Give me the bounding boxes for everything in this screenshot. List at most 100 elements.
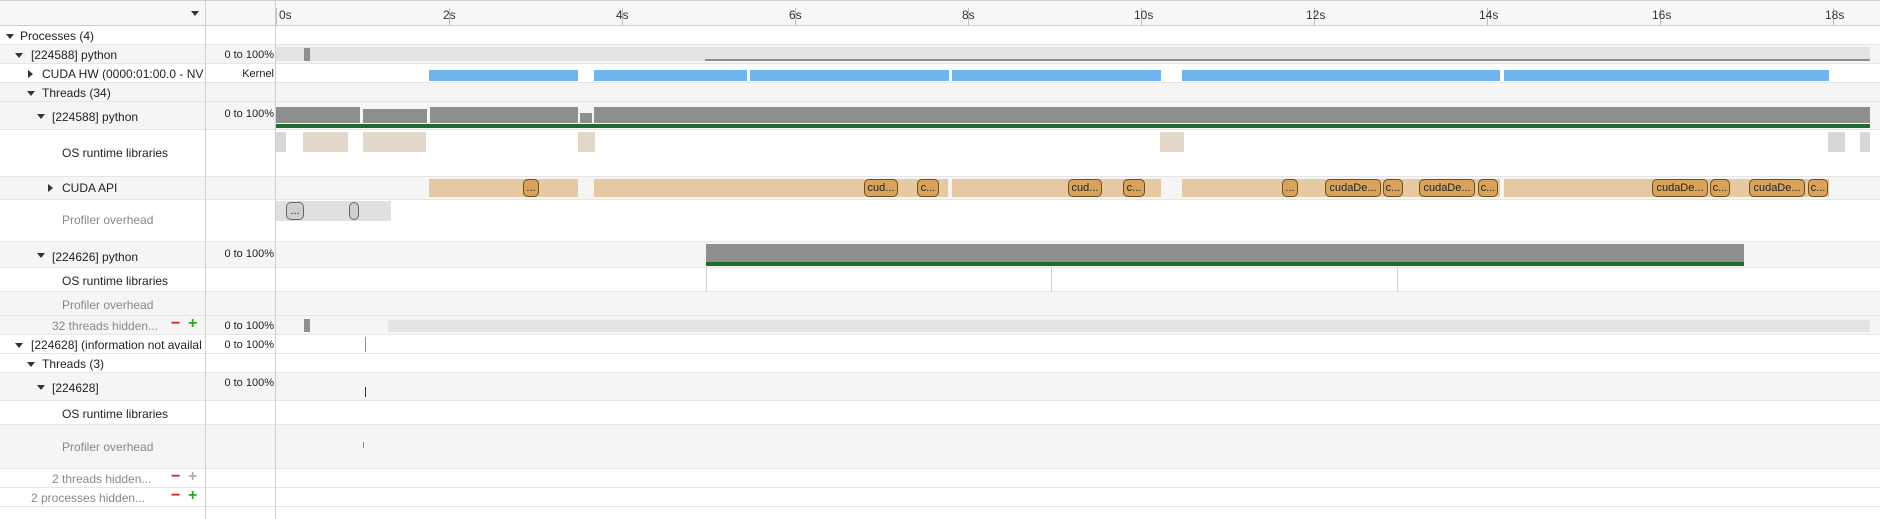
cpu-usage-bar[interactable] <box>363 109 427 123</box>
chevron-down-icon[interactable] <box>191 11 199 16</box>
time-ruler[interactable]: 0s 2s 4s 6s 8s 10s 12s 14s 16s 18s <box>276 0 1880 26</box>
utilization-spike[interactable] <box>304 319 310 332</box>
row-cuda-hw[interactable]: CUDA HW (0000:01:00.0 - NVID Kernel <box>0 64 1880 83</box>
cpu-usage-bar[interactable] <box>706 244 1744 263</box>
cuda-api-call[interactable]: cudaDe... <box>1325 179 1381 197</box>
row-profiler-overhead-1[interactable]: Profiler overhead ... <box>0 200 1880 242</box>
row-thread-224628[interactable]: [224628] 0 to 100% <box>0 373 1880 401</box>
row-processes[interactable]: Processes (4) <box>0 26 1880 45</box>
collapse-button[interactable]: − <box>171 316 180 332</box>
chevron-right-icon[interactable] <box>48 184 53 192</box>
utilization-spike[interactable] <box>304 48 310 61</box>
cuda-api-label: CUDA API <box>62 181 118 195</box>
row-process-224628[interactable]: [224628] (information not availal 0 to 1… <box>0 335 1880 354</box>
os-runtime-label: OS runtime libraries <box>62 407 169 421</box>
tick-label: 6s <box>789 8 802 22</box>
row-threads-34[interactable]: Threads (34) <box>0 83 1880 102</box>
cuda-api-call[interactable]: c... <box>1383 179 1403 197</box>
os-call-bar[interactable] <box>276 132 286 152</box>
cuda-api-call[interactable]: ... <box>523 179 539 197</box>
os-call-bar[interactable] <box>578 132 595 152</box>
cuda-api-call[interactable]: cudaDe... <box>1652 179 1708 197</box>
row-os-runtime-1[interactable]: OS runtime libraries <box>0 130 1880 177</box>
process-label: [224588] python <box>31 48 118 62</box>
expand-button[interactable]: + <box>188 488 197 504</box>
row-profiler-overhead-3[interactable]: Profiler overhead <box>0 425 1880 469</box>
profiler-overhead-label: Profiler overhead <box>62 298 154 312</box>
expand-button: + <box>188 468 198 485</box>
os-runtime-label: OS runtime libraries <box>62 274 169 288</box>
overhead-call[interactable]: ... <box>286 202 304 220</box>
cuda-api-call[interactable]: c... <box>1808 179 1828 197</box>
cuda-api-call[interactable]: cudaDe... <box>1749 179 1805 197</box>
profiler-overhead-label: Profiler overhead <box>62 440 154 454</box>
os-call-bar[interactable] <box>303 132 348 152</box>
chevron-down-icon[interactable] <box>37 385 45 390</box>
tick-label: 18s <box>1825 8 1845 22</box>
os-runtime-label: OS runtime libraries <box>62 146 169 160</box>
row-profiler-overhead-2[interactable]: Profiler overhead <box>0 292 1880 316</box>
kernel-bar[interactable] <box>594 70 747 81</box>
cuda-api-call[interactable]: cudaDe... <box>1419 179 1475 197</box>
tick-label: 4s <box>616 8 629 22</box>
range-label: 0 to 100% <box>224 320 274 332</box>
row-threads-3[interactable]: Threads (3) <box>0 354 1880 373</box>
row-thread-224626[interactable]: [224626] python 0 to 100% <box>0 242 1880 268</box>
row-hidden-threads-32[interactable]: 32 threads hidden... − + 0 to 100% <box>0 316 1880 335</box>
kernel-bar[interactable] <box>429 70 578 81</box>
os-call-bar[interactable] <box>363 132 426 152</box>
api-stripe-bar[interactable] <box>429 179 578 197</box>
kernel-bar[interactable] <box>1504 70 1829 81</box>
row-hidden-processes-2[interactable]: 2 processes hidden... − + <box>0 488 1880 507</box>
tick-label: 2s <box>443 8 456 22</box>
chevron-down-icon[interactable] <box>27 362 35 367</box>
cuda-api-call[interactable]: c... <box>1123 179 1145 197</box>
cuda-api-call[interactable]: cud... <box>864 179 898 197</box>
row-cuda-api[interactable]: CUDA API ... cud... c... cud... c... ...… <box>0 177 1880 200</box>
hidden-threads-label: 2 threads hidden... <box>52 472 152 486</box>
cuda-api-call[interactable]: cud... <box>1068 179 1102 197</box>
utilization-line <box>705 59 1870 61</box>
collapse-button[interactable]: − <box>171 469 180 485</box>
row-thread-224588[interactable]: [224588] python 0 to 100% <box>0 102 1880 130</box>
chevron-down-icon[interactable] <box>37 114 45 119</box>
expand-button[interactable]: + <box>188 316 197 332</box>
kernel-bar[interactable] <box>952 70 1161 81</box>
chevron-down-icon[interactable] <box>6 34 14 39</box>
tick-label: 8s <box>962 8 975 22</box>
label-column-divider[interactable] <box>205 0 206 519</box>
range-column-divider[interactable] <box>275 0 276 519</box>
cuda-api-call[interactable]: c... <box>1710 179 1730 197</box>
row-hidden-threads-2[interactable]: 2 threads hidden... − + <box>0 469 1880 488</box>
process-label: [224628] (information not availal <box>31 338 202 352</box>
kernel-bar[interactable] <box>750 70 949 81</box>
cpu-usage-bar[interactable] <box>580 113 592 123</box>
utilization-bar[interactable] <box>388 320 1870 332</box>
chevron-down-icon[interactable] <box>15 53 23 58</box>
row-os-runtime-2[interactable]: OS runtime libraries <box>0 268 1880 292</box>
chevron-down-icon[interactable] <box>15 343 23 348</box>
cuda-api-call[interactable]: c... <box>1478 179 1498 197</box>
chevron-down-icon[interactable] <box>27 91 35 96</box>
tick-label: 16s <box>1652 8 1672 22</box>
tick-label: 14s <box>1479 8 1499 22</box>
kernel-bar[interactable] <box>1182 70 1500 81</box>
tick-label: 0s <box>279 8 292 22</box>
chevron-right-icon[interactable] <box>28 70 33 78</box>
hidden-threads-label: 32 threads hidden... <box>52 319 159 333</box>
cuda-api-call[interactable]: c... <box>917 179 939 197</box>
cpu-usage-bar[interactable] <box>276 107 360 123</box>
row-os-runtime-3[interactable]: OS runtime libraries <box>0 401 1880 425</box>
cpu-usage-bar[interactable] <box>594 107 1870 123</box>
os-call-bar[interactable] <box>1828 132 1845 152</box>
range-label: 0 to 100% <box>224 108 274 120</box>
cpu-usage-bar[interactable] <box>430 107 578 123</box>
range-label: 0 to 100% <box>224 49 274 61</box>
row-process-224588[interactable]: [224588] python 0 to 100% <box>0 45 1880 64</box>
collapse-button[interactable]: − <box>171 488 180 504</box>
chevron-down-icon[interactable] <box>37 253 45 258</box>
overhead-call[interactable] <box>349 202 359 220</box>
os-call-bar[interactable] <box>1160 132 1184 152</box>
cuda-api-call[interactable]: ... <box>1282 179 1298 197</box>
os-call-bar[interactable] <box>1860 132 1870 152</box>
